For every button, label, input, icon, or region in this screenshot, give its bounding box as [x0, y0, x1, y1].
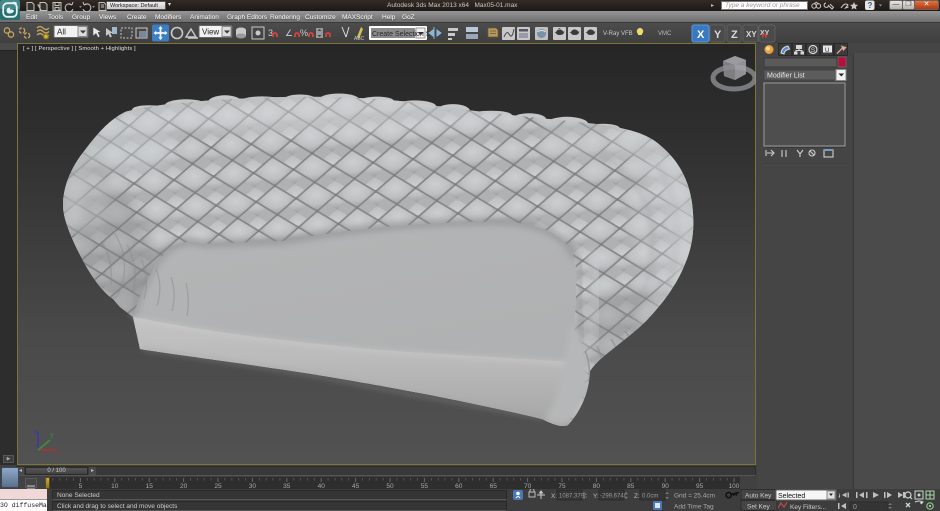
svg-text:XY: XY	[760, 30, 770, 37]
svg-text:Add Time Tag: Add Time Tag	[674, 504, 714, 511]
svg-text:Y:: Y:	[593, 493, 599, 500]
svg-text:ABC: ABC	[354, 36, 365, 42]
svg-text:%: %	[300, 28, 308, 38]
svg-text:X: X	[697, 29, 705, 41]
svg-text:Key Filters...: Key Filters...	[790, 504, 826, 511]
svg-text:Auto Key: Auto Key	[745, 493, 772, 500]
svg-text:S: S	[811, 47, 816, 54]
svg-text:V-Ray VFB: V-Ray VFB	[603, 31, 633, 37]
svg-text:Modifier List: Modifier List	[767, 73, 805, 80]
svg-text:0.0cm: 0.0cm	[642, 494, 658, 500]
svg-text:Set Key: Set Key	[747, 504, 771, 511]
svg-text:VMC: VMC	[658, 31, 672, 37]
svg-text:∠: ∠	[285, 28, 293, 38]
svg-text:U: U	[825, 48, 829, 54]
svg-text:Z:: Z:	[634, 493, 640, 500]
svg-text:?: ?	[868, 1, 873, 10]
svg-text:XY: XY	[746, 30, 757, 39]
svg-text:Grid = 25.4cm: Grid = 25.4cm	[674, 493, 715, 500]
svg-text:0: 0	[853, 504, 857, 511]
svg-text:All: All	[57, 28, 66, 37]
svg-text:Create Selection Se: Create Selection Se	[372, 31, 434, 38]
svg-text:y: y	[50, 432, 54, 439]
svg-text:View: View	[202, 28, 219, 37]
svg-text:x: x	[57, 450, 61, 457]
svg-text:Selected: Selected	[778, 493, 805, 500]
svg-text:1087.379c: 1087.379c	[559, 494, 587, 500]
svg-text:X:: X:	[551, 493, 557, 500]
svg-text:-299.674c: -299.674c	[600, 494, 627, 500]
svg-text:Z: Z	[731, 29, 738, 41]
svg-text:z: z	[34, 429, 38, 436]
svg-text:Y: Y	[714, 29, 722, 41]
